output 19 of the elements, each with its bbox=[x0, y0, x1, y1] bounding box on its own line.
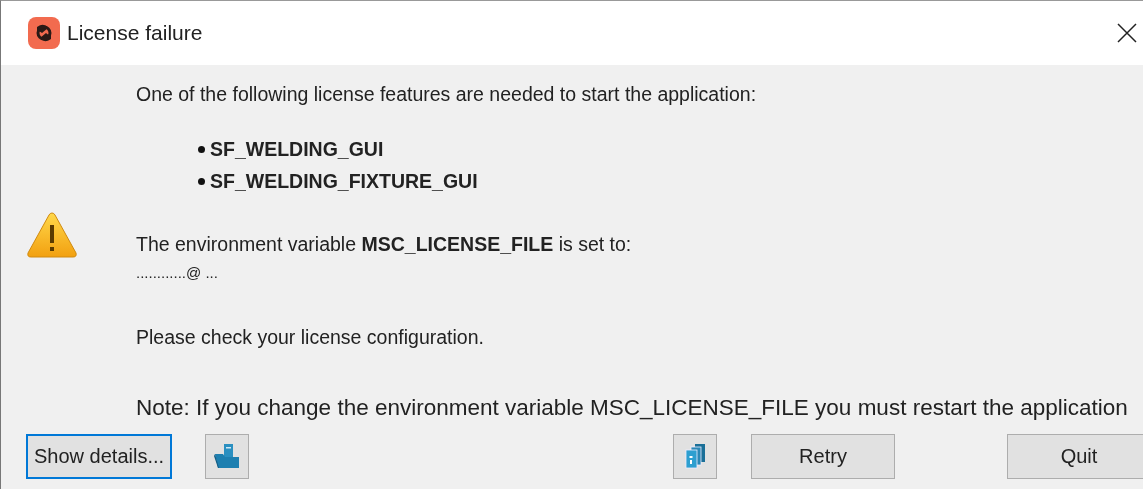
show-details-button[interactable]: Show details... bbox=[26, 433, 173, 479]
folder-icon bbox=[213, 442, 242, 470]
bullet-icon bbox=[198, 177, 205, 185]
feature-name: SF_WELDING_FIXTURE_GUI bbox=[210, 169, 478, 194]
env-variable-value: ............@ ... bbox=[136, 264, 219, 281]
help-button[interactable] bbox=[673, 433, 717, 479]
feature-name: SF_WELDING_GUI bbox=[210, 137, 384, 162]
app-logo-icon bbox=[28, 17, 60, 49]
warning-icon bbox=[26, 211, 78, 259]
message-text: One of the following license features are needed to start the application: bbox=[136, 83, 758, 106]
close-icon[interactable] bbox=[1117, 23, 1137, 43]
quit-button[interactable]: Quit bbox=[1007, 433, 1143, 479]
check-text: Please check your license configuration. bbox=[136, 326, 485, 349]
retry-button[interactable]: Retry bbox=[751, 433, 895, 479]
bullet-icon bbox=[198, 145, 205, 153]
window-title: License failure bbox=[67, 21, 204, 45]
folder-button[interactable] bbox=[205, 433, 250, 479]
note-text: Note: If you change the environment variable MSC_LICENSE_FILE you must restart the application bbox=[136, 395, 1128, 421]
env-variable-text: The environment variable MSC_LICENSE_FILE is set to: bbox=[136, 233, 633, 256]
